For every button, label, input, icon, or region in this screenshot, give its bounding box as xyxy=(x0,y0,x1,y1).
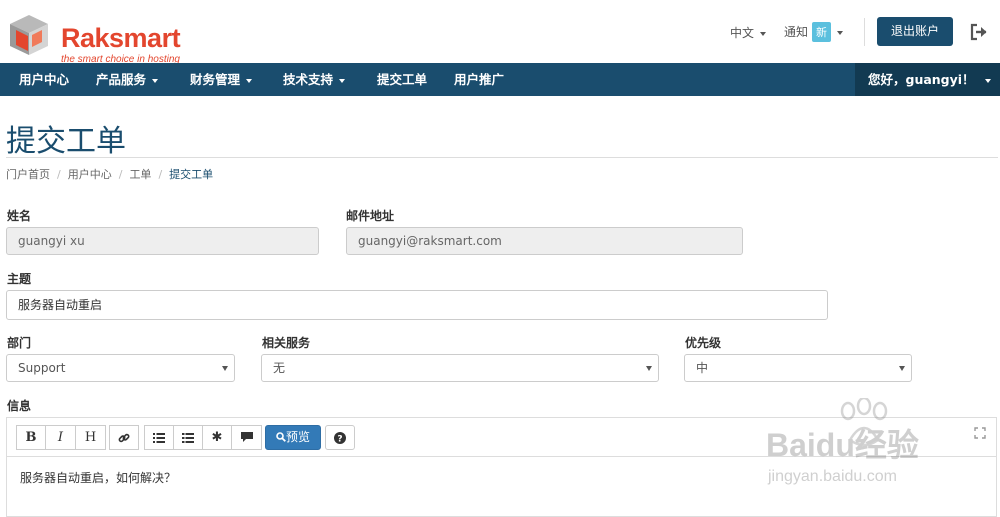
email-label: 邮件地址 xyxy=(346,209,395,223)
page-title: 提交工单 xyxy=(6,124,126,159)
heading-button[interactable]: H xyxy=(75,425,106,450)
chevron-down-icon xyxy=(339,78,346,83)
subject-label: 主题 xyxy=(7,272,32,286)
chevron-down-icon xyxy=(246,78,253,83)
breadcrumb-separator: / xyxy=(57,168,61,181)
breadcrumb-separator: / xyxy=(158,168,163,181)
breadcrumb-current: 提交工单 xyxy=(169,168,214,181)
priority-label: 优先级 xyxy=(685,336,722,350)
message-textarea[interactable]: 服务器自动重启，如何解决？ xyxy=(20,469,176,486)
subject-input[interactable]: 服务器自动重启 xyxy=(6,290,828,320)
chevron-down-icon xyxy=(984,78,991,83)
nav-item-submit-ticket[interactable]: 提交工单 xyxy=(377,63,427,96)
search-icon xyxy=(276,432,286,442)
nav-item-label: 产品服务 xyxy=(96,72,147,87)
brand-name: Raksmart xyxy=(61,23,181,53)
comment-icon xyxy=(240,432,253,442)
nav-item-label: 财务管理 xyxy=(190,72,241,87)
list-ul-icon xyxy=(153,432,165,443)
bold-button[interactable]: B xyxy=(16,425,46,450)
divider xyxy=(6,157,998,158)
nav-item-user-center[interactable]: 用户中心 xyxy=(19,63,69,96)
nav-item-billing[interactable]: 财务管理 xyxy=(190,63,253,96)
email-value: guangyi@raksmart.com xyxy=(358,234,502,248)
nav-item-label: 技术支持 xyxy=(283,72,334,87)
service-value: 无 xyxy=(273,361,286,375)
quote-button[interactable] xyxy=(231,425,262,450)
unordered-list-button[interactable] xyxy=(144,425,174,450)
priority-select[interactable]: 中 xyxy=(684,354,912,382)
main-navbar: 用户中心 产品服务 财务管理 技术支持 提交工单 用户推广 您好，guangyi… xyxy=(0,63,1000,96)
nav-item-support[interactable]: 技术支持 xyxy=(283,63,346,96)
divider xyxy=(864,18,865,46)
link-button[interactable] xyxy=(109,425,139,450)
service-select[interactable]: 无 xyxy=(261,354,659,382)
notifications-label: 通知 xyxy=(784,25,809,39)
ordered-list-button[interactable] xyxy=(173,425,203,450)
preview-label: 预览 xyxy=(285,430,310,444)
breadcrumb-tickets[interactable]: 工单 xyxy=(129,168,151,181)
nav-item-label: 用户中心 xyxy=(19,72,70,87)
breadcrumb-user-center[interactable]: 用户中心 xyxy=(68,168,112,181)
logout-button[interactable]: 退出账户 xyxy=(877,17,953,46)
nav-item-affiliates[interactable]: 用户推广 xyxy=(454,63,504,96)
sign-out-icon[interactable] xyxy=(969,22,989,42)
department-label: 部门 xyxy=(7,336,32,350)
cube-logo-icon xyxy=(10,15,48,55)
message-label: 信息 xyxy=(7,399,32,413)
help-button[interactable]: ? xyxy=(325,425,355,450)
service-label: 相关服务 xyxy=(262,336,311,350)
help-icon: ? xyxy=(334,431,346,444)
notification-badge: 新 xyxy=(812,22,832,42)
asterisk-button[interactable]: ✱ xyxy=(202,425,232,450)
select-arrow-icon xyxy=(222,366,228,371)
email-field[interactable]: guangyi@raksmart.com xyxy=(346,227,743,255)
editor-toolbar: B I H ✱ 预览 ? xyxy=(7,418,996,457)
nav-item-label: 提交工单 xyxy=(377,72,428,87)
brand-logo[interactable]: Raksmart the smart choice in hosting xyxy=(6,11,186,65)
user-menu[interactable]: 您好，guangyi！ xyxy=(855,63,1000,96)
priority-value: 中 xyxy=(696,361,709,375)
name-value: guangyi xu xyxy=(18,234,85,248)
select-arrow-icon xyxy=(646,366,652,371)
chevron-down-icon xyxy=(152,78,159,83)
language-selector[interactable]: 中文 xyxy=(730,24,767,41)
chevron-down-icon xyxy=(837,30,844,35)
department-value: Support xyxy=(18,361,66,375)
user-greeting: 您好，guangyi！ xyxy=(868,72,975,87)
name-field[interactable]: guangyi xu xyxy=(6,227,319,255)
select-arrow-icon xyxy=(899,366,905,371)
notifications-menu[interactable]: 通知新 xyxy=(784,22,844,42)
fullscreen-icon[interactable] xyxy=(974,427,986,439)
department-select[interactable]: Support xyxy=(6,354,235,382)
link-icon xyxy=(118,433,130,442)
breadcrumb-home[interactable]: 门户首页 xyxy=(6,168,50,181)
message-editor: B I H ✱ 预览 ? 服务器自动重启，如何解决？ xyxy=(6,417,997,517)
nav-item-products[interactable]: 产品服务 xyxy=(96,63,159,96)
chevron-down-icon xyxy=(760,31,767,36)
name-label: 姓名 xyxy=(7,209,32,223)
breadcrumb-separator: / xyxy=(118,168,123,181)
asterisk-icon: ✱ xyxy=(211,430,223,445)
italic-button[interactable]: I xyxy=(45,425,76,450)
nav-item-label: 用户推广 xyxy=(454,72,505,87)
svg-text:?: ? xyxy=(337,434,342,444)
language-label: 中文 xyxy=(730,26,755,40)
breadcrumb: 门户首页 / 用户中心 / 工单 / 提交工单 xyxy=(6,166,213,182)
preview-button[interactable]: 预览 xyxy=(265,425,321,450)
subject-value: 服务器自动重启 xyxy=(18,298,103,312)
top-bar: Raksmart the smart choice in hosting 中文 … xyxy=(0,0,1000,65)
list-ol-icon xyxy=(182,432,194,443)
